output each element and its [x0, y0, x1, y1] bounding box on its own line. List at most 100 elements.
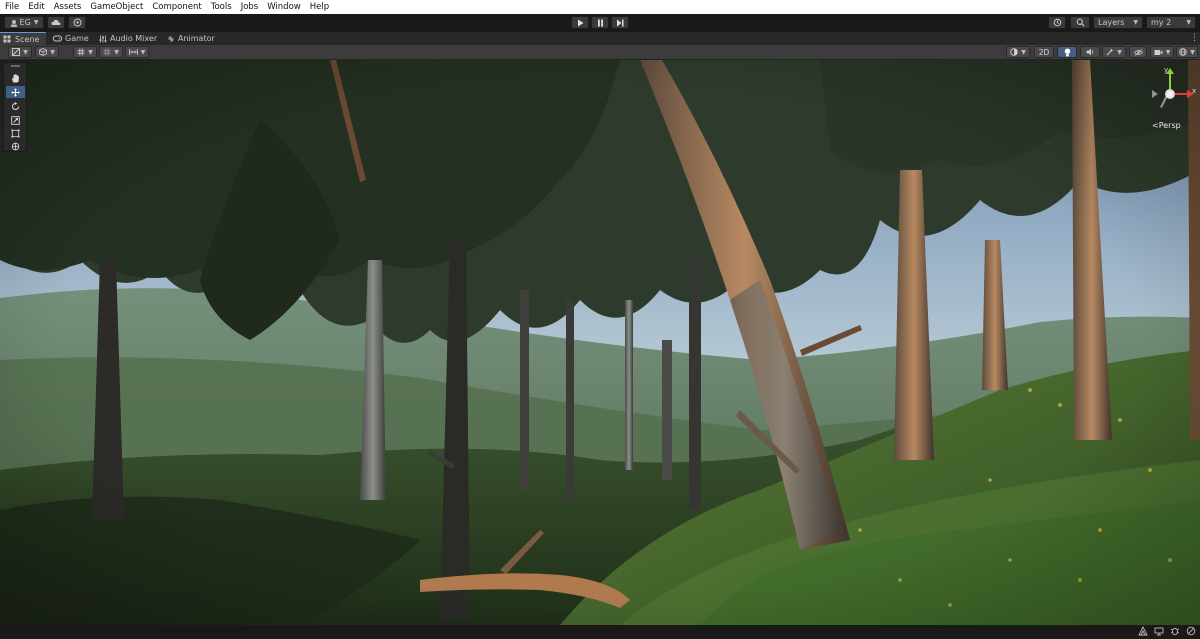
transform-tool[interactable]: [6, 140, 25, 152]
effects-dropdown[interactable]: ▼: [1102, 46, 1126, 58]
render-mode-dropdown[interactable]: ▼: [35, 46, 59, 58]
draw-mode-icon: [12, 48, 21, 56]
chevron-down-icon: ▼: [1117, 48, 1122, 56]
move-tool[interactable]: [6, 86, 25, 98]
status-progress-icon[interactable]: [1138, 625, 1148, 639]
collab-button[interactable]: [68, 16, 86, 29]
transform-icon: [11, 142, 20, 150]
snap-toggle[interactable]: ▼: [99, 46, 123, 58]
view-tab-bar: Scene Game Audio Mixer Animator ⋮: [0, 32, 1200, 45]
search-icon: [1076, 18, 1085, 27]
play-button[interactable]: [571, 16, 589, 29]
collab-icon: [73, 18, 81, 27]
chevron-down-icon: ▼: [1190, 48, 1195, 56]
menu-help[interactable]: Help: [305, 0, 333, 14]
axis-gizmo-icon: [1152, 68, 1194, 108]
scale-tool[interactable]: [6, 114, 25, 126]
scale-icon: [11, 115, 20, 125]
axis-x-label: x: [1192, 87, 1197, 95]
camera-icon: [1154, 49, 1163, 55]
status-bug-icon[interactable]: [1170, 626, 1180, 639]
menu-gameobject[interactable]: GameObject: [85, 0, 147, 14]
orientation-gizmo[interactable]: y x: [1142, 66, 1198, 126]
scene-grid-icon: [3, 35, 11, 43]
tab-audio-mixer[interactable]: Audio Mixer: [96, 32, 160, 45]
tab-menu-icon[interactable]: ⋮: [1190, 33, 1199, 43]
speaker-icon: [1086, 48, 1093, 56]
menu-jobs[interactable]: Jobs: [236, 0, 263, 14]
ruler-icon: [128, 49, 138, 55]
step-button[interactable]: [611, 16, 629, 29]
menu-bar: File Edit Assets GameObject Component To…: [0, 0, 1200, 14]
chevron-down-icon: ▼: [33, 19, 39, 26]
rotate-tool[interactable]: [6, 100, 25, 112]
tab-animator[interactable]: Animator: [164, 32, 216, 45]
scene-viewport[interactable]: [0, 60, 1200, 625]
shading-dropdown[interactable]: ▼: [1006, 46, 1030, 58]
chevron-down-icon: ▼: [23, 48, 28, 56]
status-network-icon[interactable]: [1154, 626, 1164, 639]
camera-dropdown[interactable]: ▼: [1150, 46, 1174, 58]
tab-animator-label: Animator: [178, 34, 215, 43]
step-icon: [617, 19, 624, 26]
gizmos-dropdown[interactable]: ▼: [1176, 46, 1198, 58]
no-entry-icon: [1186, 626, 1196, 636]
chevron-down-icon: ▼: [50, 48, 55, 56]
account-dropdown[interactable]: EG ▼: [4, 16, 44, 29]
menu-file[interactable]: File: [0, 0, 23, 14]
tab-audio-mixer-label: Audio Mixer: [110, 34, 158, 43]
network-icon: [1154, 627, 1164, 636]
increment-snap-toggle[interactable]: ▼: [125, 46, 149, 58]
menu-tools[interactable]: Tools: [206, 0, 236, 14]
cloud-button[interactable]: [47, 16, 65, 29]
search-button[interactable]: [1070, 16, 1090, 29]
grid-icon: [77, 48, 85, 56]
toggle-2d-label: 2D: [1038, 47, 1050, 57]
pause-button[interactable]: [591, 16, 609, 29]
bug-icon: [1170, 627, 1180, 636]
play-icon: [577, 19, 583, 26]
grid-toggle[interactable]: ▼: [73, 46, 97, 58]
menu-assets[interactable]: Assets: [49, 0, 86, 14]
account-label: EG: [19, 18, 31, 27]
cube-icon: [39, 48, 48, 56]
axis-y-label: y: [1164, 66, 1169, 74]
tab-game[interactable]: Game: [50, 32, 94, 45]
effects-icon: [1106, 48, 1114, 56]
animator-icon: [168, 35, 174, 42]
chevron-down-icon: ▼: [140, 48, 146, 56]
status-bar: [0, 625, 1200, 637]
forest-scene-render: [0, 60, 1200, 625]
panel-drag-handle[interactable]: [11, 65, 20, 67]
pause-icon: [597, 19, 603, 26]
lighting-toggle[interactable]: [1057, 46, 1077, 58]
account-icon: [10, 19, 17, 27]
toggle-2d-button[interactable]: 2D: [1034, 46, 1054, 58]
chevron-down-icon: ▼: [1165, 48, 1171, 56]
snap-grid-icon: [103, 48, 111, 56]
tab-game-label: Game: [65, 34, 89, 43]
hand-tool[interactable]: [6, 72, 25, 84]
menu-window[interactable]: Window: [262, 0, 305, 14]
audio-toggle[interactable]: [1080, 46, 1100, 58]
layout-dropdown[interactable]: my 2 ▼: [1146, 16, 1196, 29]
tab-scene[interactable]: Scene: [0, 32, 46, 45]
projection-label: Persp: [1158, 121, 1181, 130]
layout-label: my 2: [1151, 18, 1172, 27]
sphere-icon: [1010, 48, 1018, 56]
transform-tools-panel: [3, 62, 27, 152]
chevron-down-icon: ▼: [1186, 19, 1191, 26]
menu-edit[interactable]: Edit: [23, 0, 48, 14]
rect-tool[interactable]: [6, 127, 25, 139]
chevron-down-icon: ▼: [88, 48, 93, 56]
scene-visibility-toggle[interactable]: [1129, 46, 1147, 58]
chevron-down-icon: ▼: [1021, 48, 1026, 56]
cloud-icon: [51, 19, 61, 25]
status-settings-icon[interactable]: [1186, 626, 1196, 639]
layers-dropdown[interactable]: Layers ▼: [1093, 16, 1143, 29]
draw-mode-dropdown[interactable]: ▼: [8, 46, 32, 58]
menu-component[interactable]: Component: [147, 0, 205, 14]
chevron-down-icon: ▼: [114, 48, 119, 56]
undo-history-button[interactable]: [1048, 16, 1066, 29]
projection-toggle[interactable]: <Persp: [1152, 121, 1181, 130]
